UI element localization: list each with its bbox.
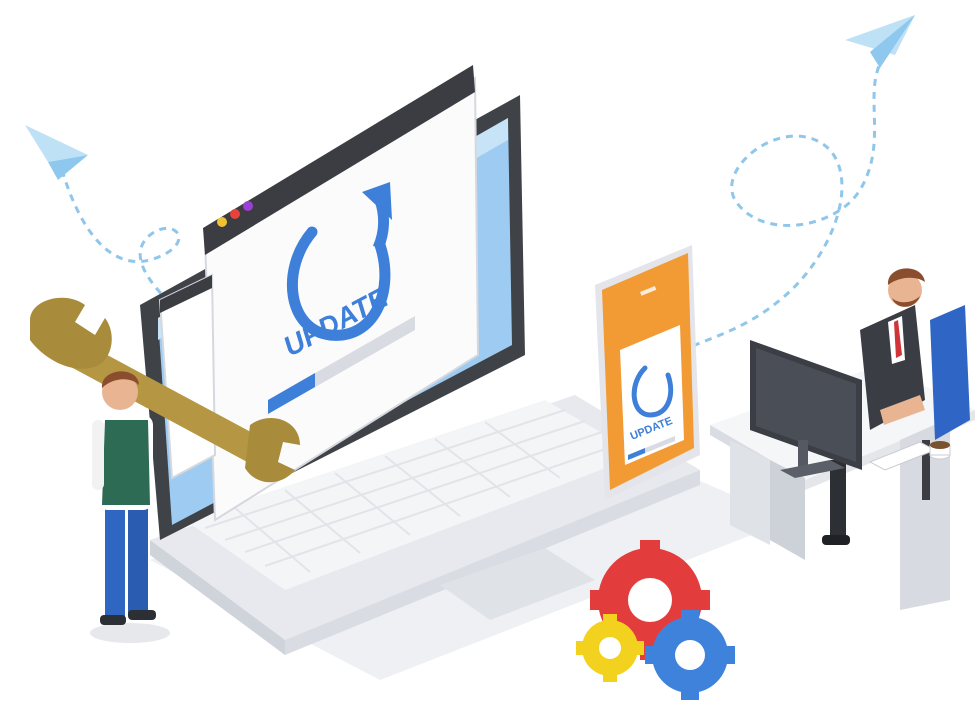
window-dot-yellow bbox=[217, 217, 227, 227]
paper-plane-icon bbox=[25, 125, 88, 180]
coffee-cup-icon bbox=[929, 441, 951, 460]
window-dot-red bbox=[230, 209, 240, 219]
update-illustration: UPDATE UPDATE bbox=[25, 15, 975, 700]
phone: UPDATE bbox=[595, 245, 700, 500]
window-dot-purple bbox=[243, 201, 253, 211]
paper-plane-icon bbox=[845, 15, 915, 68]
